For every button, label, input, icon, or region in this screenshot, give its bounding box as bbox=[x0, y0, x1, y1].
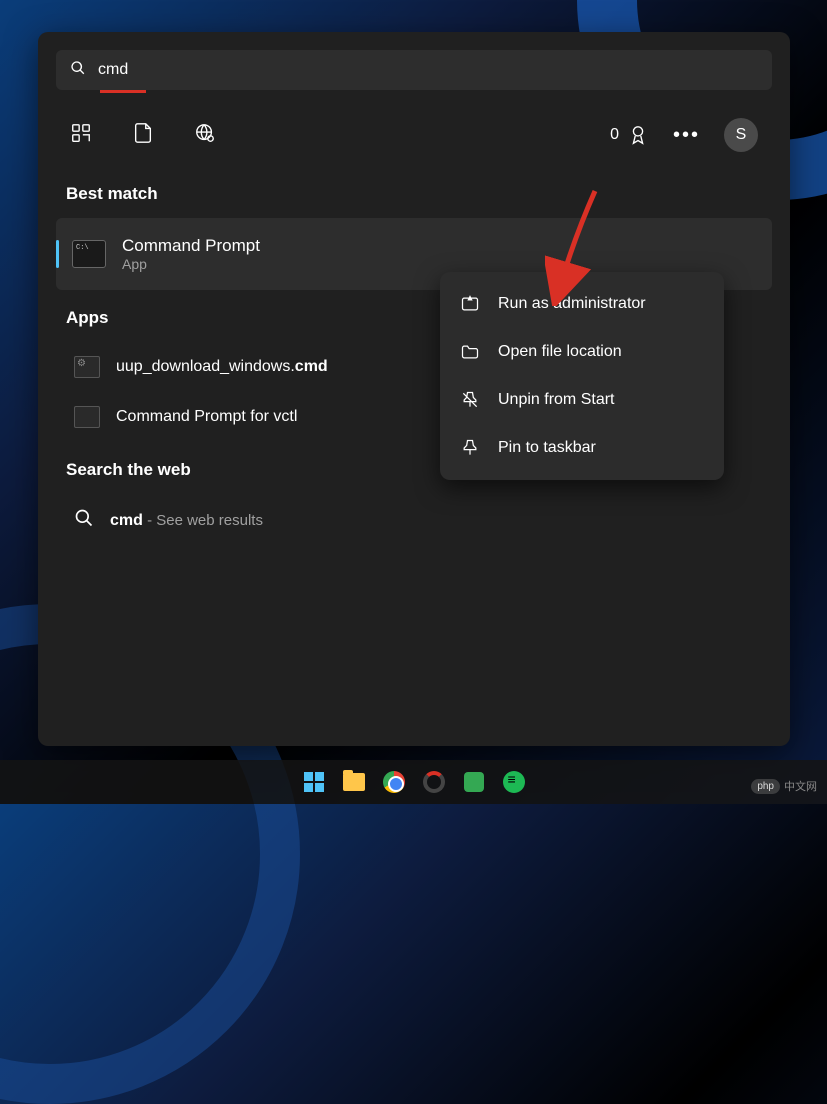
command-prompt-icon bbox=[72, 240, 106, 268]
watermark: php 中文网 bbox=[751, 778, 817, 794]
context-menu: Run as administrator Open file location … bbox=[440, 272, 724, 480]
app-result-label: uup_download_windows.cmd bbox=[116, 358, 328, 376]
more-options-icon[interactable]: ••• bbox=[673, 124, 700, 147]
spellcheck-underline bbox=[100, 90, 146, 93]
spotify-icon[interactable] bbox=[501, 769, 527, 795]
start-button[interactable] bbox=[301, 769, 327, 795]
filter-row: 0 ••• S bbox=[56, 90, 772, 166]
search-input[interactable] bbox=[98, 61, 758, 79]
rewards-button[interactable]: 0 bbox=[610, 124, 649, 146]
rewards-count: 0 bbox=[610, 126, 619, 144]
app-icon[interactable] bbox=[461, 769, 487, 795]
unpin-from-start-item[interactable]: Unpin from Start bbox=[448, 376, 716, 424]
best-match-header: Best match bbox=[56, 166, 772, 218]
apps-filter-icon[interactable] bbox=[70, 122, 92, 149]
web-search-result[interactable]: cmd - See web results bbox=[56, 494, 772, 547]
pin-to-taskbar-item[interactable]: Pin to taskbar bbox=[448, 424, 716, 472]
result-title: Command Prompt bbox=[122, 236, 260, 256]
app-icon[interactable] bbox=[421, 769, 447, 795]
search-icon bbox=[74, 508, 94, 533]
search-box[interactable] bbox=[56, 50, 772, 90]
result-subtitle: App bbox=[122, 256, 260, 272]
documents-filter-icon[interactable] bbox=[132, 122, 154, 149]
web-filter-icon[interactable] bbox=[194, 122, 216, 149]
command-prompt-icon bbox=[74, 406, 100, 428]
web-search-label: cmd - See web results bbox=[110, 512, 263, 530]
cmd-file-icon bbox=[74, 356, 100, 378]
app-result-label: Command Prompt for vctl bbox=[116, 408, 297, 426]
search-icon bbox=[70, 60, 86, 81]
run-as-admin-item[interactable]: Run as administrator bbox=[448, 280, 716, 328]
file-explorer-icon[interactable] bbox=[341, 769, 367, 795]
user-avatar[interactable]: S bbox=[724, 118, 758, 152]
chrome-icon[interactable] bbox=[381, 769, 407, 795]
taskbar bbox=[0, 760, 827, 804]
open-file-location-item[interactable]: Open file location bbox=[448, 328, 716, 376]
